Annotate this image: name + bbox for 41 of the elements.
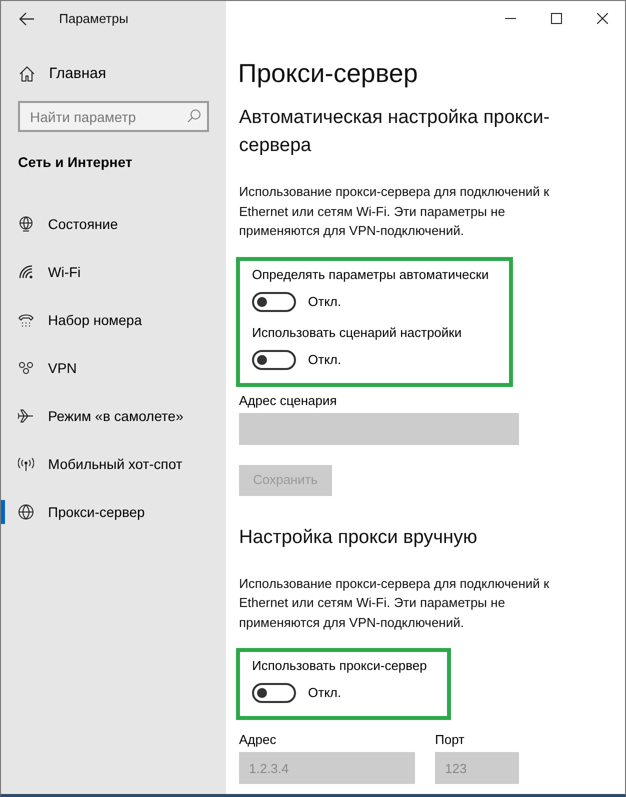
toggle-state: Откл. — [308, 350, 342, 369]
section-heading: Автоматическая настройка прокси-сервера — [238, 106, 551, 158]
toggle-state: Откл. — [308, 684, 342, 702]
close-icon — [596, 13, 608, 24]
wifi-icon — [18, 264, 34, 280]
toggle-switch[interactable] — [252, 292, 296, 312]
toggle-label: Определять параметры автоматически — [252, 266, 489, 284]
sidebar-item[interactable]: VPN — [1, 344, 226, 392]
window-title: Параметры — [59, 10, 128, 28]
field-label: Адрес — [239, 731, 278, 749]
toggle-label: Использовать прокси-сервер — [252, 657, 427, 675]
toggle-switch[interactable] — [252, 683, 296, 703]
sidebar-item[interactable]: Мобильный хот-спот — [1, 440, 226, 488]
description: Использование прокси-сервера для подключений к Ethernet или сетям Wi-Fi. Эти параметры не применяются для VPN-подключений. — [238, 183, 550, 240]
toggle-state: Откл. — [308, 292, 342, 311]
back-icon[interactable] — [19, 12, 35, 26]
home-link[interactable]: Главная — [1, 54, 226, 94]
description: Использование прокси-сервера для подключений к Ethernet или сетям Wi-Fi. Эти параметры не применяются для VPN-подключений. — [238, 574, 550, 632]
antenna-icon — [18, 456, 34, 472]
sidebar-item[interactable]: Состояние — [1, 200, 226, 248]
airplane-icon — [18, 408, 34, 424]
vpn-icon — [18, 360, 34, 376]
minimize-icon — [504, 18, 516, 19]
sidebar-item[interactable]: Набор номера — [1, 296, 226, 344]
phone-icon — [18, 312, 34, 328]
search-icon[interactable] — [187, 109, 201, 123]
search-field[interactable]: Найти параметр — [18, 101, 209, 132]
maximize-icon — [550, 13, 562, 24]
home-icon — [19, 66, 35, 82]
field-label: Порт — [435, 731, 466, 749]
globe-icon — [18, 504, 34, 520]
sidebar-item[interactable]: Прокси-сервер — [1, 488, 226, 536]
field-label: Адрес сценария — [239, 392, 338, 410]
toggle-label: Использовать сценарий настройки — [252, 324, 463, 342]
section-title: Сеть и Интернет — [17, 153, 134, 172]
sidebar-item[interactable]: Wi-Fi — [1, 248, 226, 296]
section-heading: Настройка прокси вручную — [238, 526, 478, 550]
globe-monitor-icon — [18, 216, 34, 232]
page-title: Прокси-сервер — [237, 57, 419, 90]
sidebar-item[interactable]: Режим «в самолете» — [1, 392, 226, 440]
toggle-switch[interactable] — [252, 350, 296, 370]
